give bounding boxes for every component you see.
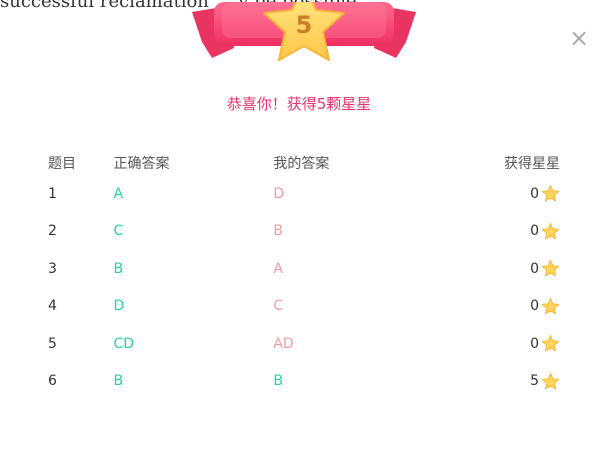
- my-answer: AD: [273, 335, 294, 352]
- my-answer: B: [273, 223, 283, 240]
- header-correct-answer: 正确答案: [113, 155, 170, 172]
- correct-answer: B: [113, 373, 124, 390]
- stars-count: 0: [530, 298, 539, 315]
- my-answer: C: [273, 298, 284, 315]
- question-number: 2: [48, 223, 57, 240]
- stars-earned: 0: [452, 175, 598, 213]
- my-answer: B: [273, 373, 283, 390]
- stars-earned: 5: [452, 363, 598, 401]
- question-number: 6: [48, 373, 57, 390]
- stars-count: 0: [530, 223, 539, 240]
- question-number: 5: [48, 335, 57, 352]
- badge-number: 5: [296, 11, 313, 39]
- stars-count: 0: [530, 185, 539, 202]
- stars-count: 0: [530, 335, 539, 352]
- correct-answer: C: [113, 223, 124, 240]
- star-icon: [541, 372, 560, 391]
- star-icon: [541, 222, 560, 241]
- my-answer: A: [273, 260, 283, 277]
- header-stars: 获得星星: [504, 155, 560, 172]
- congrats-title: 恭喜你！获得5颗星星: [226, 95, 372, 113]
- correct-answer: CD: [113, 335, 135, 352]
- stars-count: 0: [530, 260, 539, 277]
- correct-answer: D: [113, 298, 125, 315]
- stars-count: 5: [530, 373, 539, 390]
- table-row: 2 C B 0: [0, 213, 598, 251]
- table-row: 5 CD AD 0: [0, 325, 598, 363]
- header-question: 题目: [48, 155, 76, 172]
- table-row: 3 B A 0: [0, 250, 598, 288]
- table-header-row: 题目 正确答案 我的答案 获得星星: [0, 150, 598, 175]
- stars-earned: 0: [452, 325, 598, 363]
- results-table: 题目 正确答案 我的答案 获得星星 1 A D 0 2 C B 0 3 B A 0 4 D C 0 5 CD AD 0…: [0, 150, 598, 400]
- star-badge: 5: [192, 2, 416, 61]
- correct-answer: B: [113, 260, 124, 277]
- table-row: 1 A D 0: [0, 175, 598, 213]
- question-number: 1: [48, 185, 57, 202]
- star-icon: [541, 334, 560, 353]
- question-number: 3: [48, 260, 57, 277]
- my-answer: D: [273, 185, 285, 202]
- results-modal: 5 × 恭喜你！获得5颗星星 题目 正确答案 我的答案 获得星星 1AD02CB…: [0, 2, 598, 454]
- correct-answer: A: [113, 185, 124, 202]
- star-icon: [541, 184, 560, 203]
- table-row: 4 D C 0: [0, 288, 598, 326]
- stars-earned: 0: [452, 288, 598, 326]
- star-icon: [541, 259, 560, 278]
- stars-earned: 0: [452, 250, 598, 288]
- header-my-answer: 我的答案: [273, 155, 330, 172]
- star-icon: [541, 297, 560, 316]
- table-row: 6 B B 5: [0, 363, 598, 401]
- question-number: 4: [48, 298, 57, 315]
- stars-earned: 0: [452, 213, 598, 251]
- close-button[interactable]: ×: [568, 26, 590, 50]
